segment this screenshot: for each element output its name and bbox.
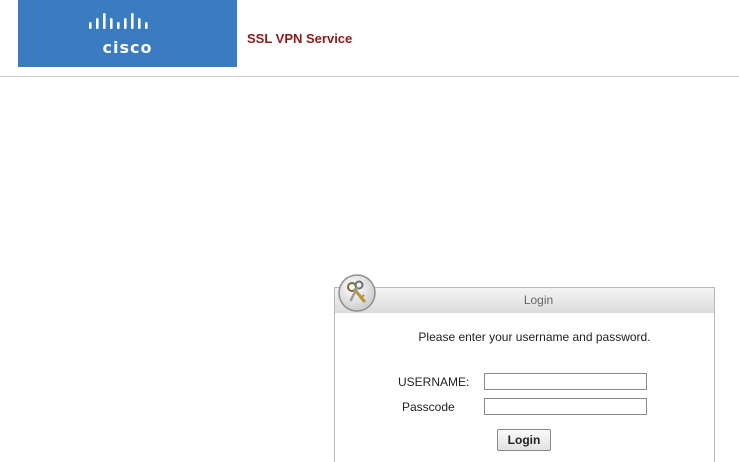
username-label: USERNAME:	[398, 375, 470, 389]
logo-wordmark: cisco	[102, 38, 153, 57]
login-title: Login	[523, 293, 554, 307]
username-input[interactable]	[484, 373, 647, 390]
keys-icon	[338, 274, 376, 312]
login-button[interactable]: Login	[497, 429, 551, 451]
passcode-label: Passcode	[402, 400, 455, 414]
service-title: SSL VPN Service	[247, 31, 353, 46]
login-body: Please enter your username and password.…	[334, 313, 715, 462]
page: cisco SSL VPN Service Login Please enter…	[0, 0, 739, 462]
login-header: Login	[334, 287, 715, 314]
header: cisco SSL VPN Service	[0, 0, 739, 78]
cisco-bars-logo-icon	[89, 13, 148, 29]
login-panel: Login Please enter your username and pas…	[334, 274, 715, 462]
header-divider	[0, 76, 739, 77]
passcode-input[interactable]	[484, 398, 647, 415]
cisco-logo: cisco	[18, 0, 237, 67]
login-instruction: Please enter your username and password.	[418, 330, 651, 344]
